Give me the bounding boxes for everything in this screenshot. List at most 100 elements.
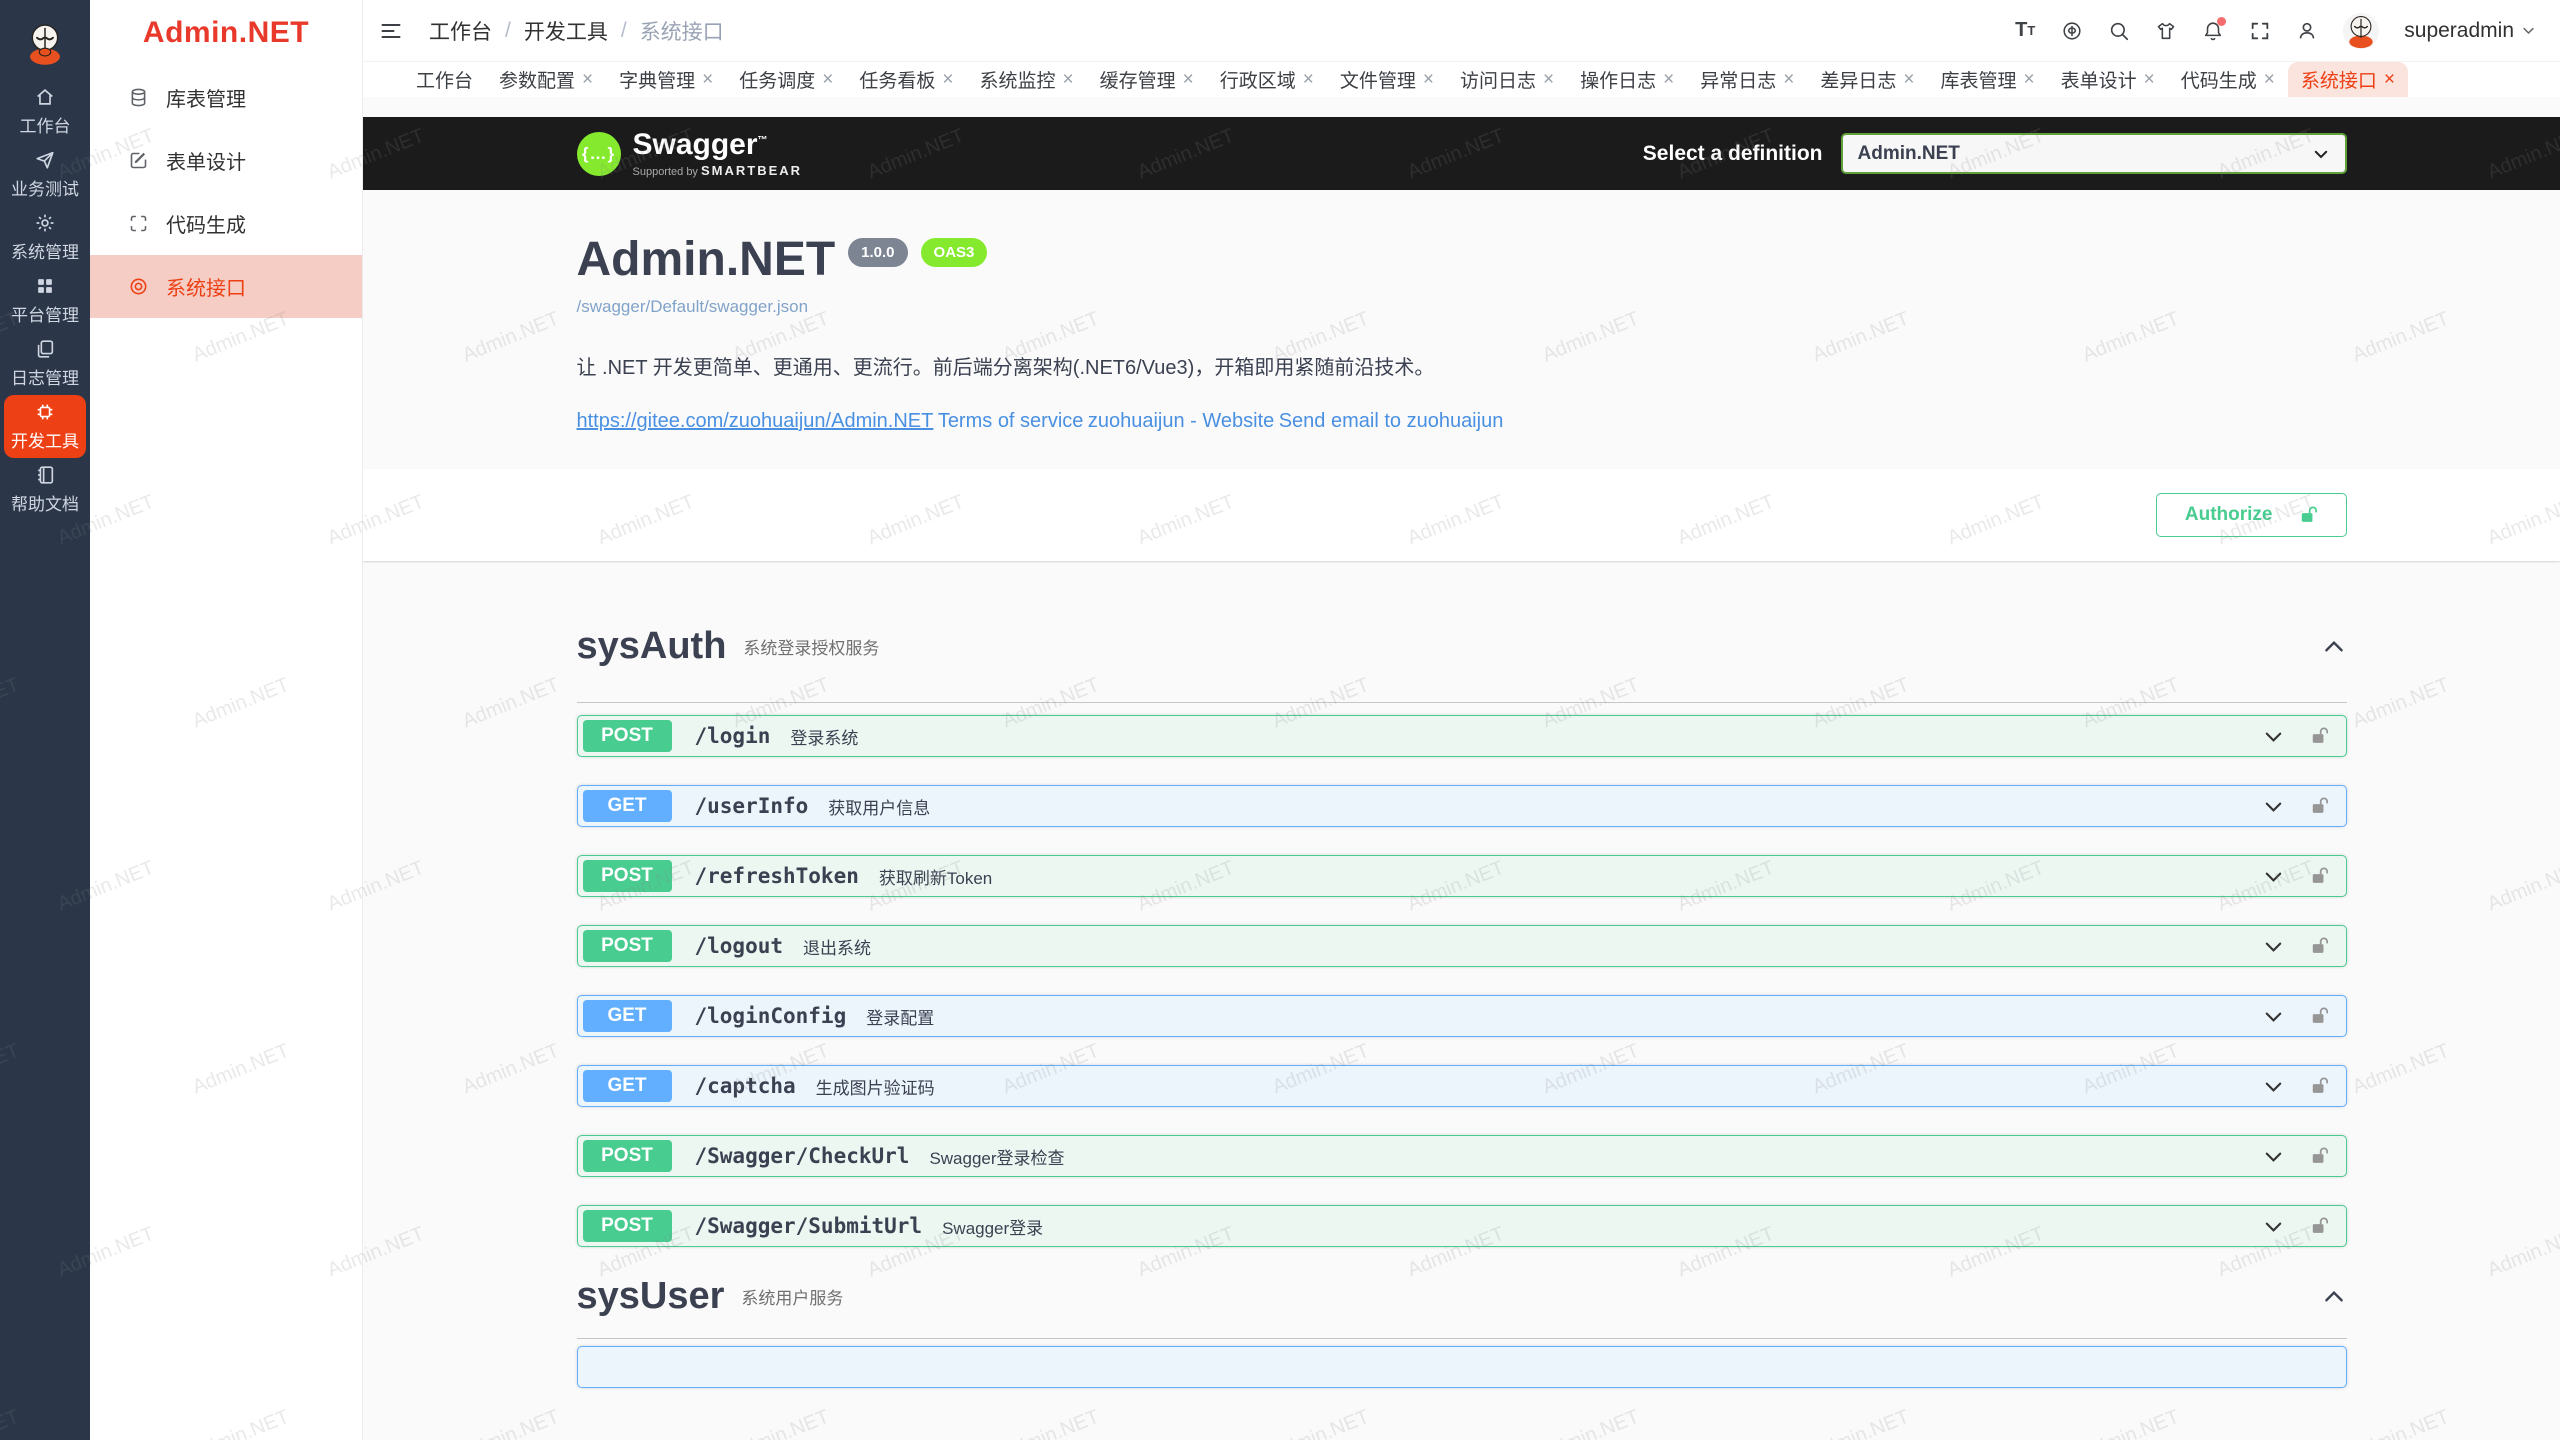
lock-icon[interactable] bbox=[2310, 1006, 2329, 1027]
sidebar-item-form-design[interactable]: 表单设计 bbox=[90, 129, 362, 192]
tab-操作日志[interactable]: 操作日志× bbox=[1567, 62, 1687, 97]
expand-chevron-icon[interactable] bbox=[2262, 725, 2285, 748]
tab-close-icon[interactable]: × bbox=[1183, 70, 1194, 89]
endpoint-row[interactable]: POST/logout退出系统 bbox=[577, 925, 2347, 967]
endpoint-row[interactable]: GET/userInfo获取用户信息 bbox=[577, 785, 2347, 827]
repo-link[interactable]: https://gitee.com/zuohuaijun/Admin.NET bbox=[577, 410, 934, 433]
tab-工作台[interactable]: 工作台 bbox=[403, 62, 486, 97]
tab-close-icon[interactable]: × bbox=[1423, 70, 1434, 89]
tab-缓存管理[interactable]: 缓存管理× bbox=[1087, 62, 1207, 97]
tab-任务看板[interactable]: 任务看板× bbox=[846, 62, 966, 97]
section-header[interactable]: sysUser 系统用户服务 bbox=[577, 1275, 2347, 1318]
user-menu[interactable]: superadmin bbox=[2404, 19, 2536, 43]
tab-close-icon[interactable]: × bbox=[1543, 70, 1554, 89]
tab-close-icon[interactable]: × bbox=[2264, 70, 2275, 89]
tab-差异日志[interactable]: 差异日志× bbox=[1807, 62, 1927, 97]
lock-icon[interactable] bbox=[2310, 726, 2329, 747]
rail-item-label: 开发工具 bbox=[11, 427, 79, 452]
lock-icon[interactable] bbox=[2310, 866, 2329, 887]
lock-icon[interactable] bbox=[2310, 1216, 2329, 1237]
rail-item-business-test[interactable]: 业务测试 bbox=[0, 143, 90, 206]
tab-close-icon[interactable]: × bbox=[822, 70, 833, 89]
breadcrumb-item[interactable]: 开发工具 bbox=[524, 16, 608, 46]
tab-close-icon[interactable]: × bbox=[1663, 70, 1674, 89]
notification-bell-icon[interactable] bbox=[2202, 20, 2224, 42]
spec-url-link[interactable]: /swagger/Default/swagger.json bbox=[577, 297, 809, 317]
expand-chevron-icon[interactable] bbox=[2262, 865, 2285, 888]
rail-item-system-mgmt[interactable]: 系统管理 bbox=[0, 206, 90, 269]
section-header[interactable]: sysAuth 系统登录授权服务 bbox=[577, 625, 2347, 668]
tab-任务调度[interactable]: 任务调度× bbox=[726, 62, 846, 97]
tab-close-icon[interactable]: × bbox=[2144, 70, 2155, 89]
definition-select[interactable]: Admin.NET bbox=[1841, 133, 2347, 174]
endpoint-row[interactable]: POST/Swagger/SubmitUrlSwagger登录 bbox=[577, 1205, 2347, 1247]
tab-文件管理[interactable]: 文件管理× bbox=[1327, 62, 1447, 97]
language-icon[interactable] bbox=[2061, 20, 2083, 42]
tab-系统监控[interactable]: 系统监控× bbox=[967, 62, 1087, 97]
fullscreen-icon[interactable] bbox=[2249, 20, 2271, 42]
tab-访问日志[interactable]: 访问日志× bbox=[1447, 62, 1567, 97]
authorize-button[interactable]: Authorize bbox=[2156, 493, 2347, 537]
chip-icon bbox=[34, 401, 56, 423]
lock-icon[interactable] bbox=[2310, 1146, 2329, 1167]
expand-chevron-icon[interactable] bbox=[2262, 1215, 2285, 1238]
rail-item-dev-tools[interactable]: 开发工具 bbox=[4, 395, 86, 458]
api-target-icon bbox=[128, 276, 149, 297]
rail-item-log-mgmt[interactable]: 日志管理 bbox=[0, 332, 90, 395]
lock-icon[interactable] bbox=[2310, 1076, 2329, 1097]
lock-icon[interactable] bbox=[2310, 796, 2329, 817]
tab-系统接口[interactable]: 系统接口× bbox=[2288, 62, 2408, 97]
tab-表单设计[interactable]: 表单设计× bbox=[2048, 62, 2168, 97]
endpoint-row[interactable]: GET/loginConfig登录配置 bbox=[577, 995, 2347, 1037]
collapse-chevron-up-icon[interactable] bbox=[2321, 1284, 2347, 1310]
endpoint-row[interactable] bbox=[577, 1346, 2347, 1388]
sidebar-item-label: 代码生成 bbox=[166, 209, 246, 238]
user-icon[interactable] bbox=[2296, 20, 2318, 42]
tab-close-icon[interactable]: × bbox=[2024, 70, 2035, 89]
tab-参数配置[interactable]: 参数配置× bbox=[486, 62, 606, 97]
expand-chevron-icon[interactable] bbox=[2262, 1005, 2285, 1028]
search-icon[interactable] bbox=[2108, 20, 2130, 42]
tab-close-icon[interactable]: × bbox=[582, 70, 593, 89]
sidebar-item-system-api[interactable]: 系统接口 bbox=[90, 255, 362, 318]
endpoint-row[interactable]: POST/Swagger/CheckUrlSwagger登录检查 bbox=[577, 1135, 2347, 1177]
tab-close-icon[interactable]: × bbox=[1903, 70, 1914, 89]
breadcrumb-item[interactable]: 工作台 bbox=[429, 16, 492, 46]
tab-代码生成[interactable]: 代码生成× bbox=[2168, 62, 2288, 97]
tab-close-icon[interactable]: × bbox=[2384, 70, 2395, 89]
theme-shirt-icon[interactable] bbox=[2155, 20, 2177, 42]
expand-chevron-icon[interactable] bbox=[2262, 1145, 2285, 1168]
endpoint-path: /Swagger/CheckUrl bbox=[695, 1144, 910, 1168]
tab-异常日志[interactable]: 异常日志× bbox=[1687, 62, 1807, 97]
scheme-container: Authorize bbox=[363, 469, 2560, 561]
endpoint-row[interactable]: POST/login登录系统 bbox=[577, 715, 2347, 757]
tab-close-icon[interactable]: × bbox=[942, 70, 953, 89]
tab-行政区域[interactable]: 行政区域× bbox=[1207, 62, 1327, 97]
tab-close-icon[interactable]: × bbox=[1303, 70, 1314, 89]
font-size-icon[interactable]: TT bbox=[2014, 20, 2036, 42]
home-icon bbox=[34, 86, 56, 108]
website-link[interactable]: zuohuaijun - Website bbox=[1088, 410, 1274, 433]
tab-字典管理[interactable]: 字典管理× bbox=[606, 62, 726, 97]
lock-icon[interactable] bbox=[2310, 936, 2329, 957]
tab-close-icon[interactable]: × bbox=[1063, 70, 1074, 89]
expand-chevron-icon[interactable] bbox=[2262, 1075, 2285, 1098]
collapse-menu-icon[interactable] bbox=[379, 19, 403, 43]
tab-close-icon[interactable]: × bbox=[702, 70, 713, 89]
email-link[interactable]: Send email to zuohuaijun bbox=[1279, 410, 1504, 433]
sidebar-item-code-gen[interactable]: 代码生成 bbox=[90, 192, 362, 255]
endpoint-row[interactable]: POST/refreshToken获取刷新Token bbox=[577, 855, 2347, 897]
sidebar-item-db-table-mgmt[interactable]: 库表管理 bbox=[90, 66, 362, 129]
tab-库表管理[interactable]: 库表管理× bbox=[1928, 62, 2048, 97]
expand-chevron-icon[interactable] bbox=[2262, 935, 2285, 958]
endpoint-path: /userInfo bbox=[695, 794, 809, 818]
collapse-chevron-up-icon[interactable] bbox=[2321, 634, 2347, 660]
rail-item-workbench[interactable]: 工作台 bbox=[0, 80, 90, 143]
rail-item-platform-mgmt[interactable]: 平台管理 bbox=[0, 269, 90, 332]
user-avatar[interactable] bbox=[2343, 13, 2379, 49]
terms-of-service-link[interactable]: Terms of service bbox=[938, 410, 1084, 433]
endpoint-row[interactable]: GET/captcha生成图片验证码 bbox=[577, 1065, 2347, 1107]
rail-item-help-docs[interactable]: 帮助文档 bbox=[0, 458, 90, 521]
tab-close-icon[interactable]: × bbox=[1783, 70, 1794, 89]
expand-chevron-icon[interactable] bbox=[2262, 795, 2285, 818]
